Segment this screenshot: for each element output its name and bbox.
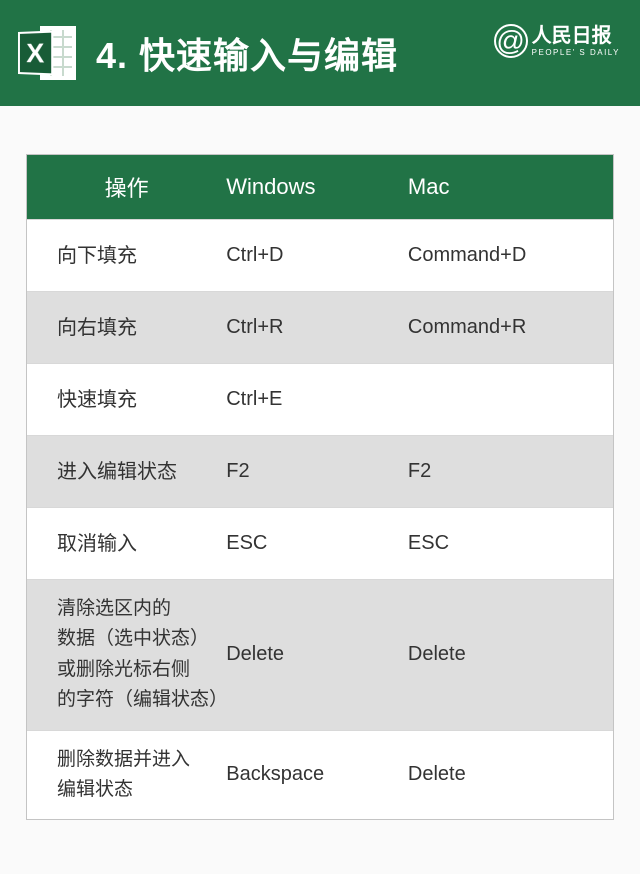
cell-windows: Backspace xyxy=(226,763,408,786)
th-mac: Mac xyxy=(408,174,613,200)
page-title: 4. 快速输入与编辑 xyxy=(96,27,398,79)
cell-operation: 向右填充 xyxy=(27,312,226,344)
table-row: 快速填充Ctrl+E xyxy=(27,363,613,435)
cell-windows: Delete xyxy=(226,643,408,666)
excel-icon-letter: X xyxy=(26,37,44,70)
cell-mac: Command+D xyxy=(408,244,613,267)
cell-windows: Ctrl+E xyxy=(226,388,408,411)
brand-badge: @ 人民日报 PEOPLE' S DAILY xyxy=(494,24,620,58)
shortcut-table: 操作 Windows Mac 向下填充Ctrl+DCommand+D向右填充Ct… xyxy=(26,154,614,820)
cell-mac: F2 xyxy=(408,460,613,483)
header: X 4. 快速输入与编辑 @ 人民日报 PEOPLE' S DAILY xyxy=(0,0,640,106)
cell-windows: Ctrl+R xyxy=(226,316,408,339)
cell-mac: Delete xyxy=(408,643,613,666)
cell-operation: 进入编辑状态 xyxy=(27,456,226,488)
table-body: 向下填充Ctrl+DCommand+D向右填充Ctrl+RCommand+R快速… xyxy=(27,219,613,819)
cell-operation: 快速填充 xyxy=(27,384,226,416)
content-area: 操作 Windows Mac 向下填充Ctrl+DCommand+D向右填充Ct… xyxy=(0,106,640,820)
cell-mac: Delete xyxy=(408,763,613,786)
table-header: 操作 Windows Mac xyxy=(27,155,613,219)
cell-mac: ESC xyxy=(408,532,613,555)
cell-windows: ESC xyxy=(226,532,408,555)
table-row: 向右填充Ctrl+RCommand+R xyxy=(27,291,613,363)
brand-name-cn: 人民日报 xyxy=(532,24,620,48)
cell-windows: Ctrl+D xyxy=(226,244,408,267)
brand-name-en: PEOPLE' S DAILY xyxy=(532,48,620,58)
cell-operation: 取消输入 xyxy=(27,528,226,560)
table-row: 删除数据并进入 编辑状态BackspaceDelete xyxy=(27,730,613,820)
th-operation: 操作 xyxy=(27,171,226,203)
th-windows: Windows xyxy=(226,174,408,200)
table-row: 清除选区内的 数据（选中状态） 或删除光标右侧 的字符（编辑状态）DeleteD… xyxy=(27,579,613,730)
at-icon: @ xyxy=(494,24,528,58)
excel-icon: X xyxy=(18,26,76,80)
cell-operation: 删除数据并进入 编辑状态 xyxy=(27,745,226,806)
cell-mac: Command+R xyxy=(408,316,613,339)
table-row: 取消输入ESCESC xyxy=(27,507,613,579)
cell-operation: 清除选区内的 数据（选中状态） 或删除光标右侧 的字符（编辑状态） xyxy=(27,594,226,716)
cell-operation: 向下填充 xyxy=(27,240,226,272)
cell-windows: F2 xyxy=(226,460,408,483)
table-row: 进入编辑状态F2F2 xyxy=(27,435,613,507)
table-row: 向下填充Ctrl+DCommand+D xyxy=(27,219,613,291)
